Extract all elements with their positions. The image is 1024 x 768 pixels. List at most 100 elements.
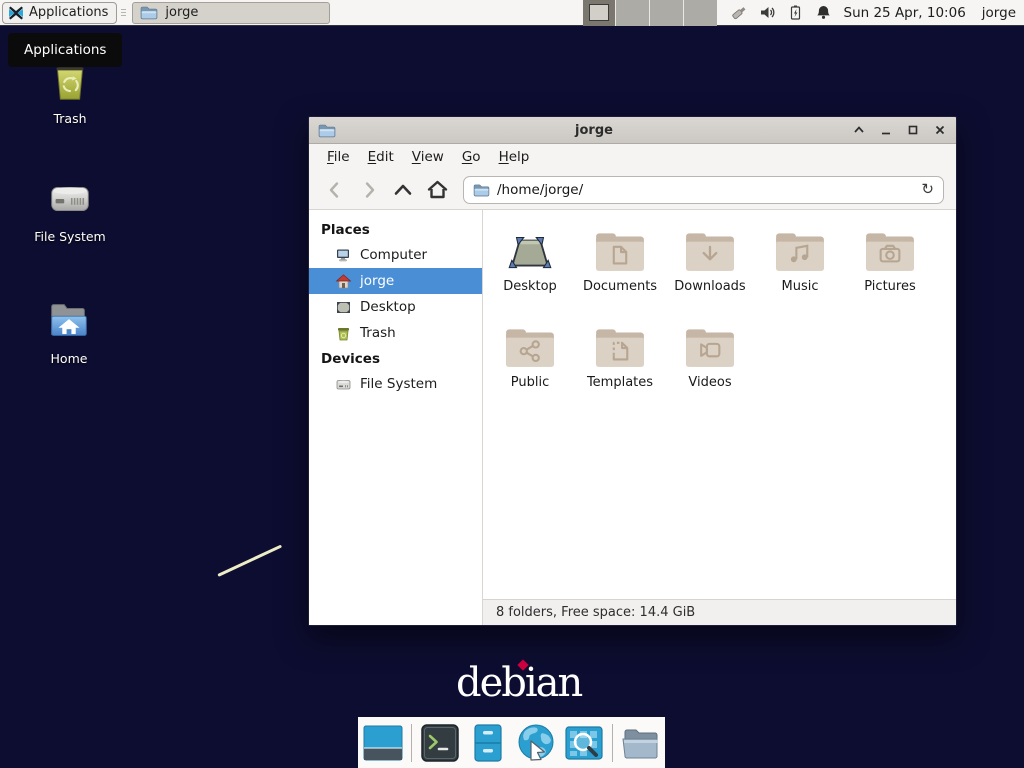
menu-file[interactable]: File [321,147,356,167]
home-folder-icon [44,296,94,346]
path-text[interactable]: /home/jorge/ [497,182,914,198]
file-tile-downloads[interactable]: Downloads [665,222,755,318]
file-tile-public[interactable]: Public [485,318,575,414]
sidebar-item-label: File System [360,376,437,392]
file-tile-templates[interactable]: Templates [575,318,665,414]
file-tile-music[interactable]: Music [755,222,845,318]
file-tile-label: Pictures [864,279,915,294]
file-tile-documents[interactable]: Documents [575,222,665,318]
desktop-icon-label: File System [34,229,106,244]
file-tile-label: Public [511,375,549,390]
workspace-3[interactable] [650,0,684,26]
file-grid: Desktop [485,222,956,414]
forward-button[interactable] [355,176,383,204]
file-tile-label: Templates [587,375,653,390]
panel-separator-handle[interactable] [119,3,128,23]
statusbar: 8 folders, Free space: 14.4 GiB [483,599,956,625]
dock-folder-icon[interactable] [621,723,661,763]
sidebar-item-jorge[interactable]: jorge [309,268,482,294]
trash-small-icon [335,325,352,342]
applications-menu-label: Applications [29,5,108,20]
removable-device-icon[interactable] [731,4,748,21]
notifications-bell-icon[interactable] [815,4,832,21]
hard-drive-icon [45,174,95,224]
close-button[interactable] [933,123,947,137]
sidebar-item-trash[interactable]: Trash [309,320,482,346]
desktop-icon-home[interactable]: Home [23,296,115,366]
menu-help[interactable]: Help [493,147,536,167]
menu-go[interactable]: Go [456,147,487,167]
battery-charging-icon[interactable] [787,4,804,21]
workspace-2[interactable] [616,0,650,26]
dock-separator [612,724,613,762]
music-folder-icon [773,226,827,276]
folder-window-icon [140,5,158,20]
reload-icon[interactable]: ↻ [921,182,934,197]
workspace-switcher [583,0,717,26]
file-tile-label: Downloads [674,279,745,294]
path-entry[interactable]: /home/jorge/ ↻ [463,176,944,204]
applications-menu-button[interactable]: Applications [2,2,117,24]
menu-view[interactable]: View [406,147,450,167]
xfce-menu-icon [8,5,24,21]
desktop-pad-icon [503,226,557,276]
back-button[interactable] [321,176,349,204]
window-body: Places Computer [309,210,956,625]
downloads-folder-icon [683,226,737,276]
desktop-icon-label: Home [51,351,88,366]
top-panel: Applications jorge [0,0,1024,26]
show-desktop-icon[interactable] [363,723,403,763]
workspace-4[interactable] [684,0,717,26]
up-button[interactable] [389,176,417,204]
terminal-icon[interactable] [420,723,460,763]
side-pane: Places Computer [309,210,483,625]
taskbar-window-button[interactable]: jorge [132,2,330,24]
workspace-window-thumb [589,4,610,21]
web-browser-icon[interactable] [516,723,556,763]
volume-icon[interactable] [759,4,776,21]
file-manager-window: jorge File Edit View Go Help [308,116,957,626]
videos-folder-icon [683,322,737,372]
sidebar-item-desktop[interactable]: Desktop [309,294,482,320]
path-folder-icon [473,183,490,197]
panel-clock[interactable]: Sun 25 Apr, 10:06 [844,5,966,21]
window-controls [852,123,947,137]
right-pane: Desktop [483,210,956,625]
maximize-button[interactable] [906,123,920,137]
menu-edit[interactable]: Edit [362,147,400,167]
minimize-button[interactable] [879,123,893,137]
file-tile-label: Music [782,279,819,294]
file-tile-pictures[interactable]: Pictures [845,222,935,318]
pictures-folder-icon [863,226,917,276]
panel-username[interactable]: jorge [982,5,1016,21]
places-header: Places [309,217,482,242]
workspace-1[interactable] [583,0,617,26]
system-tray [731,4,832,21]
devices-header: Devices [309,346,482,371]
templates-folder-icon [593,322,647,372]
sidebar-item-label: Desktop [360,299,416,315]
debian-wallpaper-logo: debian [456,660,586,710]
app-finder-icon[interactable] [564,723,604,763]
toolbar: /home/jorge/ ↻ [309,170,956,210]
sidebar-item-file-system[interactable]: File System [309,371,482,397]
file-view[interactable]: Desktop [483,210,956,599]
shade-button[interactable] [852,123,866,137]
sidebar-item-label: Trash [360,325,396,341]
computer-icon [335,247,352,264]
file-tile-label: Desktop [503,279,557,294]
home-icon [335,273,352,290]
titlebar[interactable]: jorge [309,117,956,144]
window-folder-icon [318,123,336,138]
file-cabinet-icon[interactable] [468,723,508,763]
dock-panel [358,717,665,768]
file-tile-videos[interactable]: Videos [665,318,755,414]
file-tile-desktop[interactable]: Desktop [485,222,575,318]
desktop-icon-label: Trash [53,111,86,126]
applications-tooltip: Applications [8,33,122,67]
sidebar-item-computer[interactable]: Computer [309,242,482,268]
desktop-icon-file-system[interactable]: File System [24,174,116,244]
desktop-small-icon [335,299,352,316]
cursor-trail-artifact [217,545,282,577]
home-button[interactable] [423,176,451,204]
